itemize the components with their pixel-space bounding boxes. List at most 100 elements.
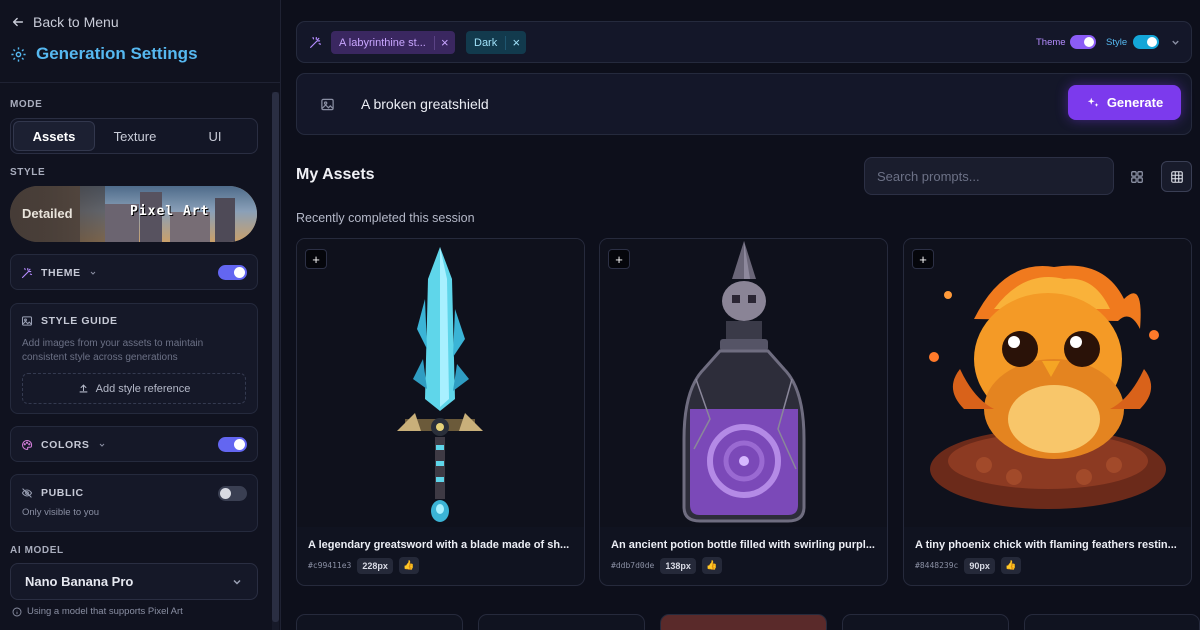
chevron-down-icon xyxy=(233,579,241,585)
asset-size-badge: 90px xyxy=(964,557,995,574)
add-style-reference-button[interactable]: Add style reference xyxy=(22,373,246,404)
ai-model-note: Using a model that supports Pixel Art xyxy=(12,606,183,617)
theme-chip-label: A labyrinthine st... xyxy=(339,36,426,49)
grid-3x3-icon xyxy=(1170,170,1183,183)
style-label: STYLE xyxy=(10,167,46,178)
asset-caption: An ancient potion bottle filled with swi… xyxy=(611,539,875,551)
sidebar: Back to Menu Generation Settings MODE As… xyxy=(0,0,281,630)
theme-toggle-label: Theme xyxy=(1036,37,1066,48)
search-input[interactable] xyxy=(864,157,1114,195)
asset-meta: #8448239c 90px 👍 xyxy=(915,557,1021,574)
asset-card[interactable] xyxy=(1024,614,1200,630)
style-guide-label: STYLE GUIDE xyxy=(41,315,118,327)
style-detailed-label: Detailed xyxy=(22,206,73,221)
add-to-collection-button[interactable]: + xyxy=(608,249,630,269)
asset-meta: #c99411e3 228px 👍 xyxy=(308,557,419,574)
back-label: Back to Menu xyxy=(33,14,119,30)
asset-image-sword[interactable] xyxy=(297,239,584,527)
public-card: PUBLIC Only visible to you xyxy=(10,474,258,532)
sparkles-icon xyxy=(1087,97,1099,107)
page-title-text: Generation Settings xyxy=(36,44,198,63)
chevron-down-icon xyxy=(90,271,96,275)
asset-hash: #ddb7d0de xyxy=(611,561,655,570)
asset-image-phoenix[interactable] xyxy=(904,239,1191,527)
grid-large-view-button[interactable] xyxy=(1161,161,1192,192)
mode-option-texture[interactable]: Texture xyxy=(95,121,175,151)
style-chip[interactable]: Dark × xyxy=(466,31,527,54)
ai-model-value: Nano Banana Pro xyxy=(25,574,134,589)
theme-filter-toggle[interactable] xyxy=(1070,35,1096,49)
sidebar-scrollbar[interactable] xyxy=(272,92,279,630)
asset-caption: A legendary greatsword with a blade made… xyxy=(308,539,570,551)
asset-card[interactable]: + A tiny phoenix chick with flaming feat… xyxy=(903,238,1192,586)
magic-wand-icon xyxy=(21,267,33,279)
public-label: PUBLIC xyxy=(41,487,84,499)
palette-icon xyxy=(21,439,33,451)
theme-chip[interactable]: A labyrinthine st... × xyxy=(331,31,455,54)
thumbs-up-icon[interactable]: 👍 xyxy=(398,557,419,574)
generate-label: Generate xyxy=(1106,95,1164,110)
asset-card[interactable]: + An ancient potion bottle filled with s… xyxy=(599,238,888,586)
phoenix-illustration xyxy=(929,265,1166,509)
eye-off-icon xyxy=(21,488,33,498)
castle-tower xyxy=(215,198,235,242)
style-pixel-art-label: Pixel Art xyxy=(130,204,210,219)
asset-caption: A tiny phoenix chick with flaming feathe… xyxy=(915,539,1177,551)
style-guide-header: STYLE GUIDE xyxy=(11,304,257,338)
ai-model-label: AI MODEL xyxy=(10,545,64,556)
back-to-menu-link[interactable]: Back to Menu xyxy=(11,14,119,30)
close-icon[interactable]: × xyxy=(506,35,526,50)
close-icon[interactable]: × xyxy=(435,35,455,50)
ai-model-select[interactable]: Nano Banana Pro xyxy=(10,563,258,600)
arrow-left-icon xyxy=(12,17,24,27)
thumbs-up-icon[interactable]: 👍 xyxy=(701,557,722,574)
public-toggle[interactable] xyxy=(218,486,247,501)
theme-toggle[interactable] xyxy=(218,265,247,280)
add-to-collection-button[interactable]: + xyxy=(912,249,934,269)
prompt-bar: A broken greatshield Generate xyxy=(296,73,1192,135)
magic-wand-icon xyxy=(310,37,321,48)
image-icon xyxy=(21,316,33,326)
theme-label: THEME xyxy=(41,267,81,279)
colors-label: COLORS xyxy=(41,439,90,451)
potion-illustration xyxy=(682,241,806,523)
asset-hash: #c99411e3 xyxy=(308,561,352,570)
asset-size-badge: 228px xyxy=(357,557,393,574)
grid-small-view-button[interactable] xyxy=(1121,161,1152,192)
theme-card: THEME xyxy=(10,254,258,290)
asset-hash: #8448239c xyxy=(915,561,959,570)
style-guide-description: Add images from your assets to maintain … xyxy=(22,338,204,363)
style-chip-label: Dark xyxy=(474,36,498,49)
scrollbar-thumb[interactable] xyxy=(272,92,279,622)
asset-card[interactable]: + A legendary greatsword with a blade ma… xyxy=(296,238,585,586)
asset-card[interactable] xyxy=(660,614,827,630)
prompt-input[interactable]: A broken greatshield xyxy=(361,92,1001,116)
recent-section-label: Recently completed this session xyxy=(296,211,475,225)
asset-image-potion[interactable] xyxy=(600,239,887,527)
add-style-reference-label: Add style reference xyxy=(95,382,191,395)
mode-segmented-control: Assets Texture UI xyxy=(10,118,258,154)
asset-card[interactable] xyxy=(478,614,645,630)
active-filters-bar: A labyrinthine st... × Dark × Theme Styl… xyxy=(296,21,1192,63)
style-filter-toggle[interactable] xyxy=(1133,35,1159,49)
mode-option-ui[interactable]: UI xyxy=(175,121,255,151)
sword-illustration xyxy=(397,247,483,522)
asset-size-badge: 138px xyxy=(660,557,696,574)
chevron-down-icon xyxy=(99,443,104,447)
upload-icon xyxy=(79,384,88,393)
mode-option-assets[interactable]: Assets xyxy=(13,121,95,151)
generate-button[interactable]: Generate xyxy=(1068,85,1181,120)
add-to-collection-button[interactable]: + xyxy=(305,249,327,269)
info-icon xyxy=(12,607,22,616)
image-upload-icon[interactable] xyxy=(320,97,335,112)
my-assets-title: My Assets xyxy=(296,166,375,183)
thumbs-up-icon[interactable]: 👍 xyxy=(1000,557,1021,574)
colors-toggle[interactable] xyxy=(218,437,247,452)
style-guide-card: STYLE GUIDE Add images from your assets … xyxy=(10,303,258,414)
chevron-down-icon[interactable] xyxy=(1170,37,1181,48)
asset-card[interactable] xyxy=(296,614,463,630)
gear-icon xyxy=(11,46,26,62)
asset-card[interactable] xyxy=(842,614,1009,630)
style-toggle-label: Style xyxy=(1106,37,1128,48)
style-selector[interactable]: Detailed Pixel Art xyxy=(10,186,257,242)
